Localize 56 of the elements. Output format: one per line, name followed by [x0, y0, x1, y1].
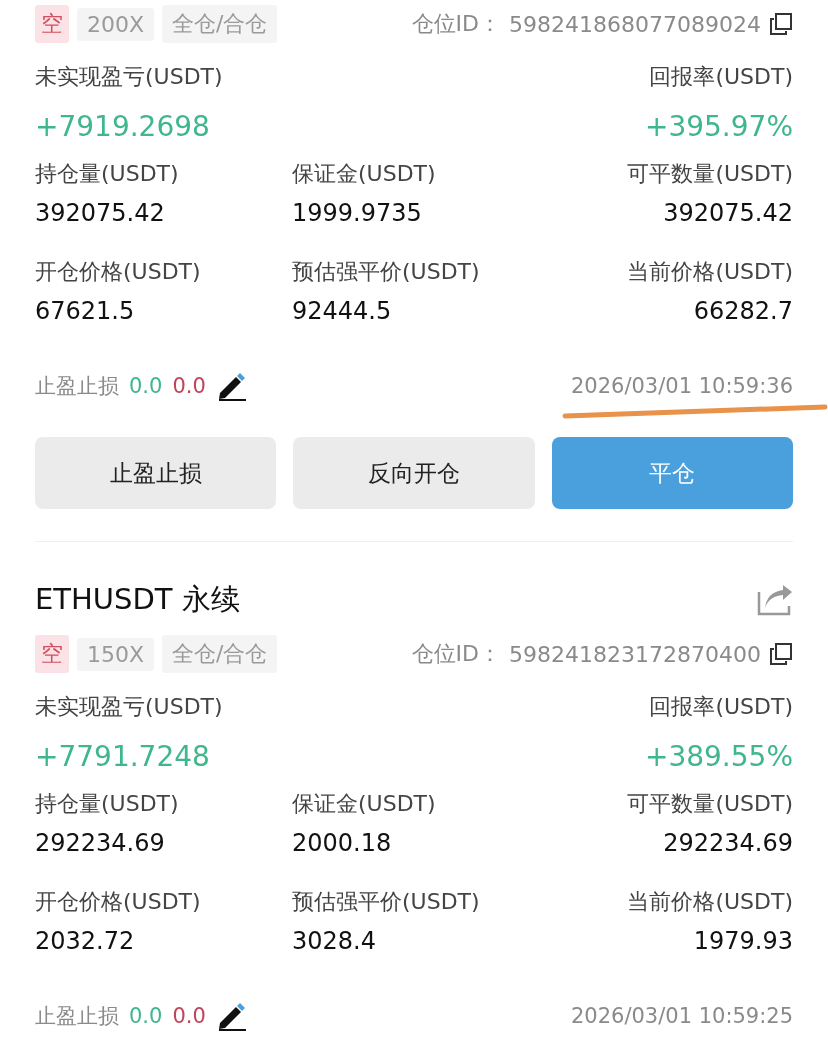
stat-label: 保证金(USDT) [292, 160, 436, 188]
stat-value: 67621.5 [35, 297, 135, 325]
roe-value: +395.97% [644, 110, 793, 143]
stat-value: 92444.5 [292, 297, 392, 325]
side-tag: 空 [35, 5, 69, 43]
stat-label: 保证金(USDT) [292, 790, 436, 818]
stat-value: 2000.18 [292, 829, 392, 857]
margin-mode-tag: 全仓/合仓 [162, 5, 278, 43]
copy-icon[interactable] [769, 12, 793, 36]
stop-loss-value: 0.0 [172, 374, 206, 398]
copy-icon[interactable] [769, 642, 793, 666]
timestamp: 2026/03/01 10:59:36 [570, 374, 793, 398]
stat-label: 开仓价格(USDT) [35, 888, 201, 916]
position-id: 598241868077089024 [509, 11, 761, 37]
share-icon[interactable] [757, 584, 793, 616]
stat-label: 预估强平价(USDT) [292, 258, 480, 286]
stat-label: 可平数量(USDT) [627, 790, 793, 818]
stat-value: 292234.69 [663, 829, 793, 857]
contract-title: ETHUSDT 永续 [35, 581, 240, 618]
tpsl-label: 止盈止损 [35, 373, 119, 400]
stat-label: 当前价格(USDT) [627, 888, 793, 916]
tpsl-label: 止盈止损 [35, 1003, 119, 1030]
stat-value: 1979.93 [693, 927, 793, 955]
pnl-value: +7919.2698 [35, 110, 210, 143]
action-button[interactable]: 止盈止损 [35, 437, 277, 509]
leverage-tag: 150X [77, 637, 155, 671]
position-id: 598241823172870400 [509, 641, 761, 667]
stat-label: 持仓量(USDT) [35, 160, 179, 188]
stat-value: 392075.42 [35, 199, 165, 227]
position-id-label: 仓位ID： [411, 10, 502, 38]
stat-value: 292234.69 [35, 829, 165, 857]
take-profit-value: 0.0 [129, 374, 163, 398]
stop-loss-value: 0.0 [172, 1004, 206, 1028]
pnl-label: 未实现盈亏(USDT) [35, 693, 223, 721]
timestamp: 2026/03/01 10:59:25 [570, 1004, 793, 1028]
stat-label: 开仓价格(USDT) [35, 258, 201, 286]
take-profit-value: 0.0 [129, 1004, 163, 1028]
roe-value: +389.55% [644, 740, 793, 773]
margin-mode-tag: 全仓/合仓 [162, 635, 278, 673]
stat-value: 1999.9735 [292, 199, 422, 227]
roe-label: 回报率(USDT) [649, 63, 793, 91]
action-button[interactable]: 反向开仓 [293, 437, 535, 509]
stat-label: 持仓量(USDT) [35, 790, 179, 818]
pnl-value: +7791.7248 [35, 740, 210, 773]
stat-value: 2032.72 [35, 927, 135, 955]
stat-value: 3028.4 [292, 927, 376, 955]
roe-label: 回报率(USDT) [649, 693, 793, 721]
side-tag: 空 [35, 635, 69, 673]
stat-label: 当前价格(USDT) [627, 258, 793, 286]
leverage-tag: 200X [77, 7, 155, 41]
position-id-label: 仓位ID： [411, 640, 502, 668]
stat-label: 可平数量(USDT) [627, 160, 793, 188]
stat-label: 预估强平价(USDT) [292, 888, 480, 916]
pnl-label: 未实现盈亏(USDT) [35, 63, 223, 91]
stat-value: 392075.42 [663, 199, 793, 227]
stat-value: 66282.7 [693, 297, 793, 325]
